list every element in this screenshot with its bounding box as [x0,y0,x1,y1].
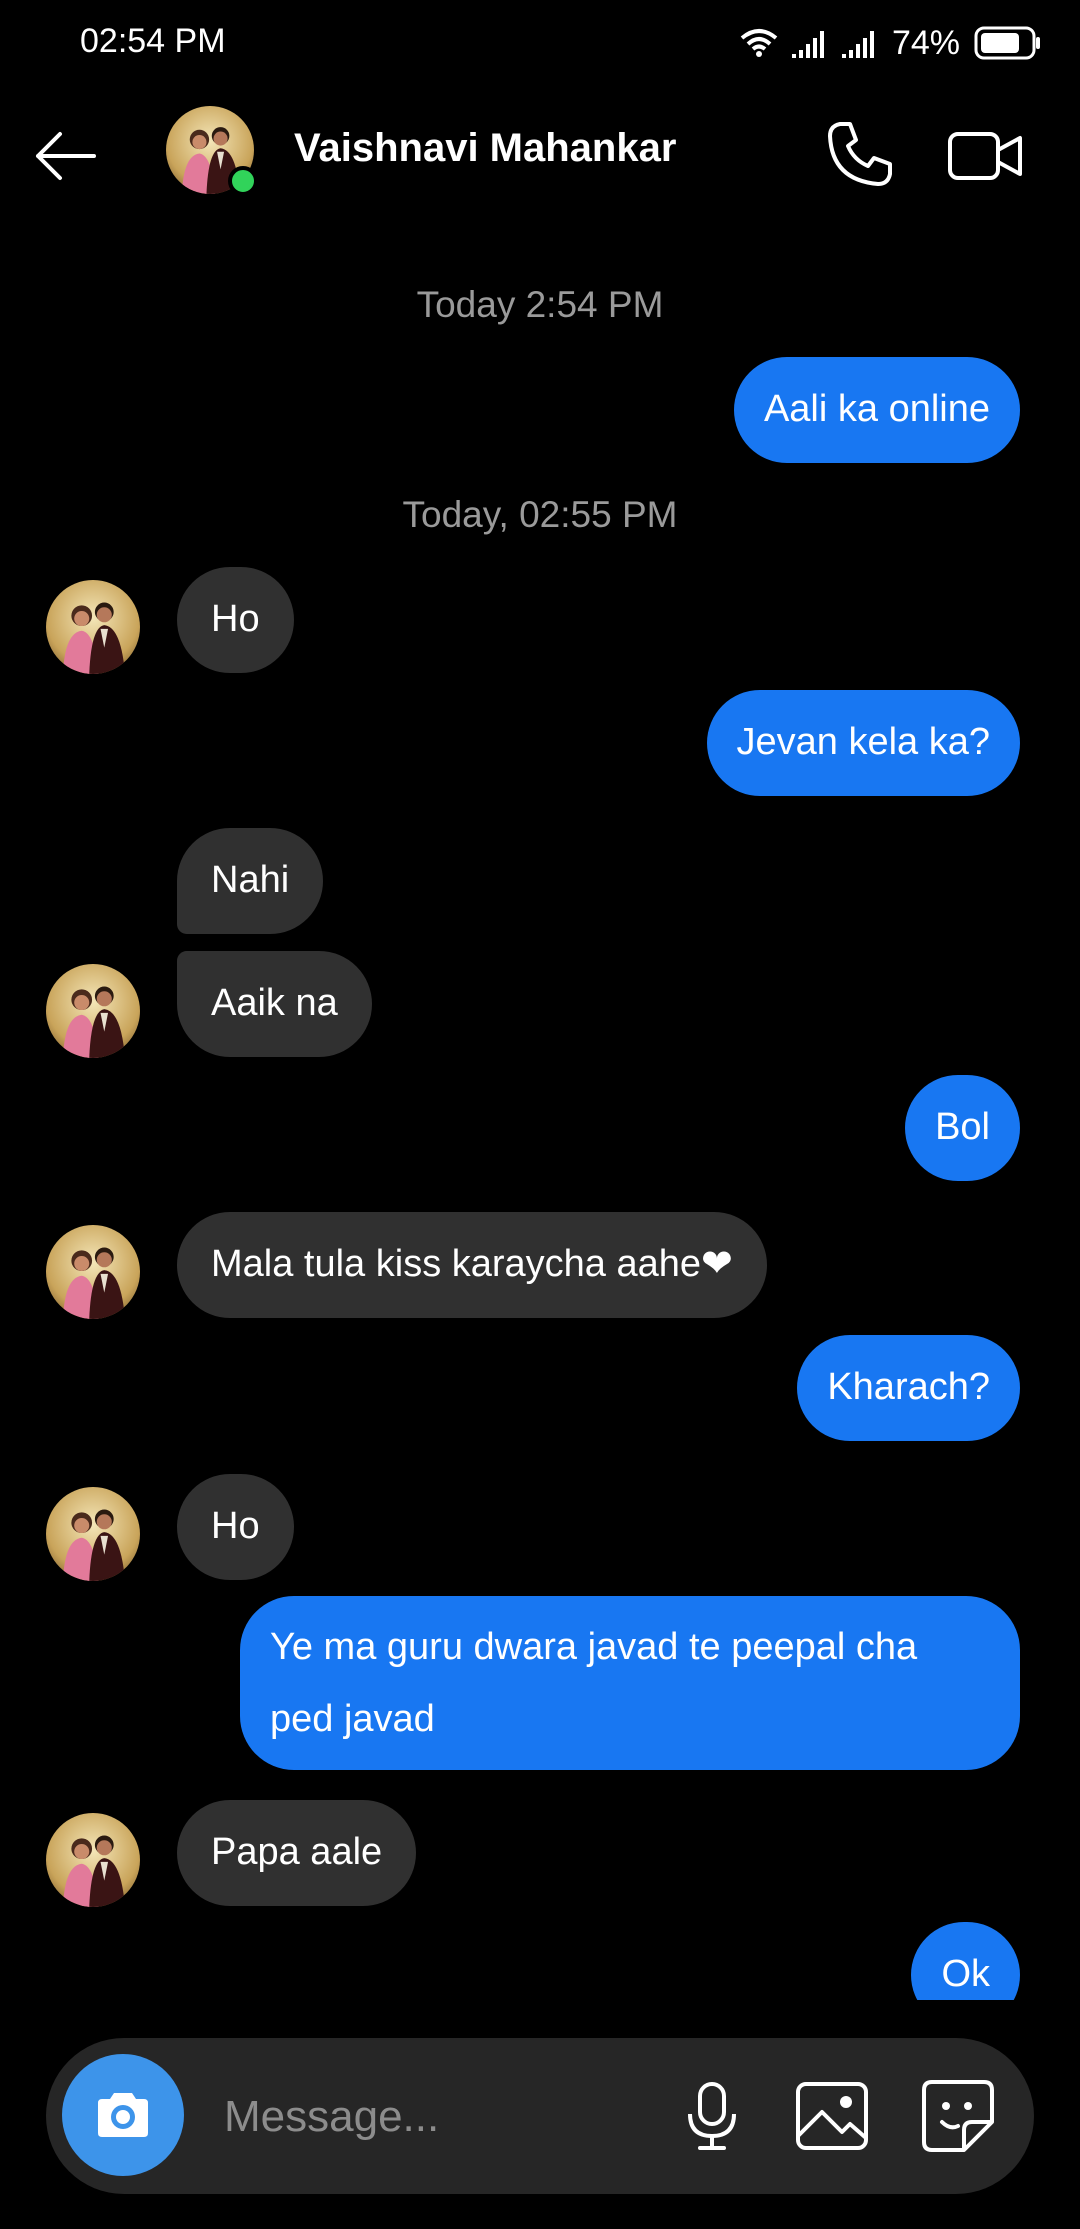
incoming-message[interactable]: Ho [177,567,294,673]
message-thread[interactable]: Today 2:54 PM Aali ka online Today, 02:5… [0,234,1080,2000]
status-bar: 02:54 PM 74% [0,0,1080,84]
gallery-button[interactable] [792,2076,872,2156]
incoming-message[interactable]: Aaik na [177,951,372,1057]
camera-button[interactable] [62,2054,184,2176]
message-input[interactable] [222,2074,666,2160]
phone-icon [828,122,892,186]
video-call-button[interactable] [946,120,1026,192]
battery-percentage: 74% [891,23,960,62]
outgoing-message[interactable]: Ye ma guru dwara javad te peepal cha ped… [240,1596,1020,1770]
signal-icon [841,31,874,58]
sticker-button[interactable] [918,2076,998,2156]
battery-icon [974,26,1040,60]
online-status-dot [228,166,258,196]
outgoing-message[interactable]: Aali ka online [733,357,1020,463]
outgoing-message[interactable]: Bol [905,1075,1020,1181]
outgoing-message[interactable]: Kharach? [797,1335,1020,1441]
sticker-icon [922,2080,994,2152]
image-icon [796,2082,868,2150]
incoming-message[interactable]: Nahi [177,828,324,934]
outgoing-message[interactable]: Jevan kela ka? [706,690,1020,796]
outgoing-message[interactable]: Ok [911,1922,1020,2000]
message-composer [46,2038,1034,2194]
voice-call-button[interactable] [820,114,900,194]
incoming-message[interactable]: Ho [177,1474,294,1580]
status-icons: 74% [726,18,1042,68]
timestamp: Today, 02:55 PM [402,494,678,535]
contact-avatar[interactable] [166,106,258,196]
chat-header: Vaishnavi Mahankar [0,84,1080,234]
sender-avatar[interactable] [46,1225,140,1319]
incoming-message[interactable]: Papa aale [177,1800,417,1906]
microphone-icon [688,2082,736,2150]
camera-icon [98,2093,148,2137]
signal-icon [791,31,824,58]
voice-message-button[interactable] [672,2076,752,2156]
sender-avatar[interactable] [46,964,140,1058]
wifi-icon [740,29,778,57]
video-camera-icon [948,132,1022,180]
sender-avatar[interactable] [46,1487,140,1581]
status-time: 02:54 PM [80,22,226,60]
arrow-left-icon [36,132,96,180]
sender-avatar[interactable] [46,580,140,674]
incoming-message[interactable]: Mala tula kiss karaycha aahe❤ [177,1212,767,1318]
back-button[interactable] [30,120,102,192]
contact-name[interactable]: Vaishnavi Mahankar [294,126,676,171]
timestamp: Today 2:54 PM [416,284,664,325]
sender-avatar[interactable] [46,1813,140,1907]
